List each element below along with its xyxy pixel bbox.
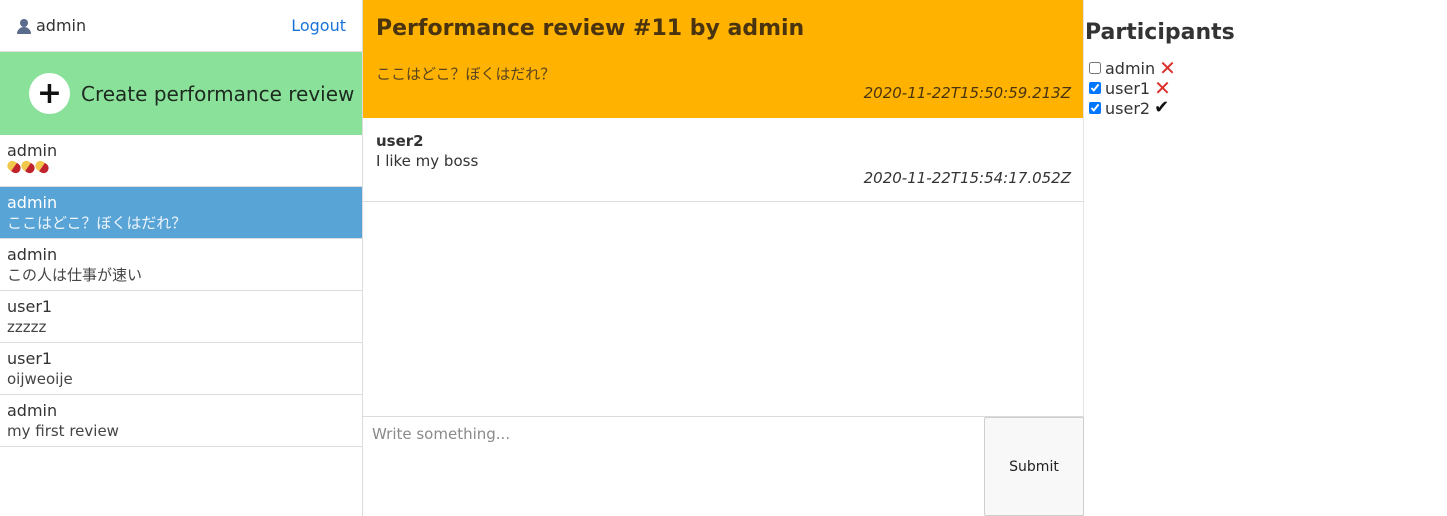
comment: user2 I like my boss 2020-11-22T15:54:17… (363, 118, 1083, 202)
participant-row: admin ✕ (1085, 58, 1447, 78)
comment-text: I like my boss (376, 152, 479, 170)
review-list-item[interactable]: admin この人は仕事が速い (0, 239, 362, 291)
participant-name: user2 (1105, 98, 1151, 118)
participant-checkbox[interactable] (1089, 82, 1101, 94)
comment-composer: Submit (363, 416, 1084, 516)
review-author: admin (7, 245, 58, 264)
create-review-button[interactable]: + Create performance review (0, 52, 362, 135)
review-author: admin (7, 401, 58, 420)
cross-icon: ✕ (1159, 56, 1176, 80)
participant-row: user1 ✕ (1085, 78, 1447, 98)
review-excerpt: ここはどこ？ぼくはだれ？ (7, 214, 187, 232)
review-header: Performance review #11 by admin ここはどこ？ぼく… (363, 0, 1083, 118)
review-list-item-active[interactable]: admin ここはどこ？ぼくはだれ？ (0, 187, 362, 239)
review-list-item[interactable]: admin (0, 135, 362, 187)
plus-icon: + (29, 73, 70, 114)
review-list-item[interactable]: admin my first review (0, 395, 362, 447)
participant-name: admin (1105, 58, 1156, 78)
participant-checkbox[interactable] (1089, 102, 1101, 114)
participant-checkbox[interactable] (1089, 62, 1101, 74)
review-author: admin (7, 141, 58, 160)
review-timestamp: 2020-11-22T15:50:59.213Z (863, 84, 1071, 102)
comment-input[interactable] (363, 417, 984, 516)
submit-button[interactable]: Submit (984, 417, 1084, 516)
cross-icon: ✕ (1154, 76, 1171, 100)
review-list: admin admin ここはどこ？ぼくはだれ？ admin この人は仕事が速い… (0, 135, 362, 447)
current-username: admin (36, 16, 87, 35)
review-excerpt: この人は仕事が速い (7, 266, 143, 284)
participants-panel: Participants admin ✕ user1 ✕ user2 ✔ (1085, 0, 1447, 516)
pill-icon (33, 158, 51, 176)
review-author: user1 (7, 349, 53, 368)
review-body: ここはどこ？ぼくはだれ？ (376, 65, 556, 83)
review-author: user1 (7, 297, 53, 316)
current-user: admin (16, 16, 86, 35)
review-excerpt: oijweoije (7, 370, 73, 388)
comment-timestamp: 2020-11-22T15:54:17.052Z (863, 169, 1071, 187)
create-review-label: Create performance review (81, 81, 355, 106)
participant-name: user1 (1105, 78, 1151, 98)
participant-row: user2 ✔ (1085, 98, 1447, 118)
participants-heading: Participants (1085, 20, 1235, 45)
review-title: Performance review #11 by admin (376, 16, 805, 41)
checkmark-icon: ✔ (1154, 97, 1170, 118)
comment-author: user2 (376, 132, 424, 150)
sidebar: admin Logout + Create performance review… (0, 0, 363, 516)
user-bar: admin Logout (0, 0, 362, 52)
review-excerpt: zzzzz (7, 318, 47, 336)
pill-emoji-group (5, 158, 355, 176)
logout-link[interactable]: Logout (291, 16, 346, 35)
review-detail: Performance review #11 by admin ここはどこ？ぼく… (363, 0, 1084, 516)
review-list-item[interactable]: user1 zzzzz (0, 291, 362, 343)
user-icon (16, 18, 32, 34)
review-author: admin (7, 193, 58, 212)
review-list-item[interactable]: user1 oijweoije (0, 343, 362, 395)
review-excerpt: my first review (7, 422, 119, 440)
